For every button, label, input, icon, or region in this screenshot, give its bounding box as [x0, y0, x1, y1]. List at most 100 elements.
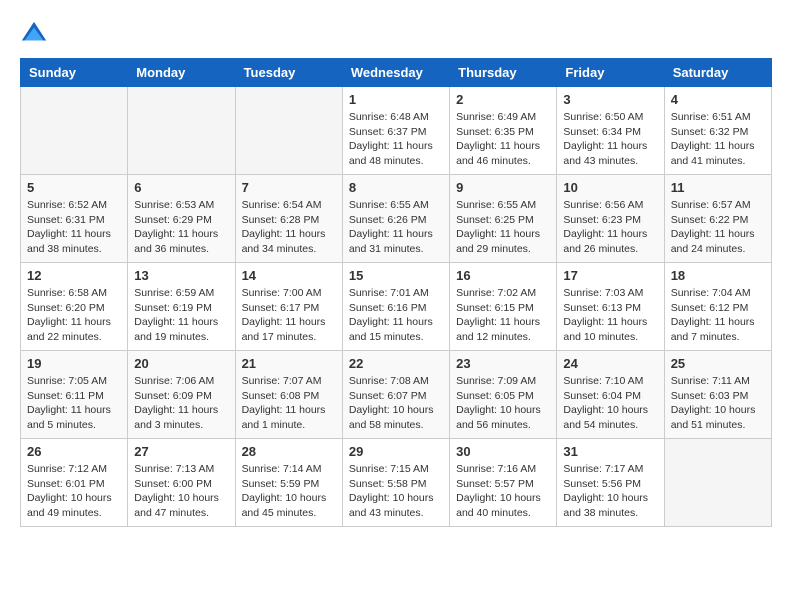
- day-number: 6: [134, 180, 228, 195]
- day-info: Sunrise: 7:05 AM Sunset: 6:11 PM Dayligh…: [27, 374, 121, 433]
- day-info: Sunrise: 6:59 AM Sunset: 6:19 PM Dayligh…: [134, 286, 228, 345]
- day-info: Sunrise: 6:48 AM Sunset: 6:37 PM Dayligh…: [349, 110, 443, 169]
- calendar-cell: [128, 87, 235, 175]
- day-info: Sunrise: 7:08 AM Sunset: 6:07 PM Dayligh…: [349, 374, 443, 433]
- day-info: Sunrise: 7:09 AM Sunset: 6:05 PM Dayligh…: [456, 374, 550, 433]
- calendar-cell: 28Sunrise: 7:14 AM Sunset: 5:59 PM Dayli…: [235, 439, 342, 527]
- column-header-monday: Monday: [128, 59, 235, 87]
- day-number: 17: [563, 268, 657, 283]
- day-number: 1: [349, 92, 443, 107]
- day-info: Sunrise: 7:13 AM Sunset: 6:00 PM Dayligh…: [134, 462, 228, 521]
- day-number: 25: [671, 356, 765, 371]
- calendar-cell: 14 Sunrise: 7:00 AM Sunset: 6:17 PM Dayli…: [235, 263, 342, 351]
- day-number: 12: [27, 268, 121, 283]
- calendar-cell: 19 Sunrise: 7:05 AM Sunset: 6:11 PM Dayli…: [21, 351, 128, 439]
- day-info: Sunrise: 6:50 AM Sunset: 6:34 PM Dayligh…: [563, 110, 657, 169]
- calendar-cell: 16 Sunrise: 7:02 AM Sunset: 6:15 PM Dayli…: [450, 263, 557, 351]
- logo: [20, 20, 52, 48]
- day-info: Sunrise: 7:07 AM Sunset: 6:08 PM Dayligh…: [242, 374, 336, 433]
- calendar-cell: 23 Sunrise: 7:09 AM Sunset: 6:05 PM Dayli…: [450, 351, 557, 439]
- calendar-cell: 12 Sunrise: 6:58 AM Sunset: 6:20 PM Dayli…: [21, 263, 128, 351]
- day-info: Sunrise: 7:11 AM Sunset: 6:03 PM Dayligh…: [671, 374, 765, 433]
- calendar-cell: 17 Sunrise: 7:03 AM Sunset: 6:13 PM Dayli…: [557, 263, 664, 351]
- column-header-friday: Friday: [557, 59, 664, 87]
- day-number: 4: [671, 92, 765, 107]
- day-info: Sunrise: 7:06 AM Sunset: 6:09 PM Dayligh…: [134, 374, 228, 433]
- day-number: 3: [563, 92, 657, 107]
- day-number: 16: [456, 268, 550, 283]
- calendar-week-row: 5Sunrise: 6:52 AM Sunset: 6:31 PM Daylig…: [21, 175, 772, 263]
- day-info: Sunrise: 6:49 AM Sunset: 6:35 PM Dayligh…: [456, 110, 550, 169]
- day-info: Sunrise: 7:17 AM Sunset: 5:56 PM Dayligh…: [563, 462, 657, 521]
- column-header-tuesday: Tuesday: [235, 59, 342, 87]
- calendar-cell: [235, 87, 342, 175]
- day-info: Sunrise: 7:16 AM Sunset: 5:57 PM Dayligh…: [456, 462, 550, 521]
- day-number: 8: [349, 180, 443, 195]
- calendar-cell: 2Sunrise: 6:49 AM Sunset: 6:35 PM Daylig…: [450, 87, 557, 175]
- logo-icon: [20, 20, 48, 48]
- day-number: 19: [27, 356, 121, 371]
- day-info: Sunrise: 6:55 AM Sunset: 6:25 PM Dayligh…: [456, 198, 550, 257]
- day-number: 23: [456, 356, 550, 371]
- calendar-cell: 13Sunrise: 6:59 AM Sunset: 6:19 PM Dayli…: [128, 263, 235, 351]
- day-number: 22: [349, 356, 443, 371]
- calendar-cell: 10Sunrise: 6:56 AM Sunset: 6:23 PM Dayli…: [557, 175, 664, 263]
- day-number: 21: [242, 356, 336, 371]
- column-header-thursday: Thursday: [450, 59, 557, 87]
- calendar-cell: 26 Sunrise: 7:12 AM Sunset: 6:01 PM Dayli…: [21, 439, 128, 527]
- calendar-cell: 4 Sunrise: 6:51 AM Sunset: 6:32 PM Daylig…: [664, 87, 771, 175]
- day-number: 9: [456, 180, 550, 195]
- day-info: Sunrise: 6:56 AM Sunset: 6:23 PM Dayligh…: [563, 198, 657, 257]
- day-number: 7: [242, 180, 336, 195]
- day-info: Sunrise: 6:57 AM Sunset: 6:22 PM Dayligh…: [671, 198, 765, 257]
- page-header: [20, 20, 772, 48]
- calendar-cell: 30Sunrise: 7:16 AM Sunset: 5:57 PM Dayli…: [450, 439, 557, 527]
- day-info: Sunrise: 6:51 AM Sunset: 6:32 PM Dayligh…: [671, 110, 765, 169]
- day-info: Sunrise: 6:55 AM Sunset: 6:26 PM Dayligh…: [349, 198, 443, 257]
- calendar-cell: 7 Sunrise: 6:54 AM Sunset: 6:28 PM Daylig…: [235, 175, 342, 263]
- calendar-cell: 5Sunrise: 6:52 AM Sunset: 6:31 PM Daylig…: [21, 175, 128, 263]
- calendar-week-row: 26 Sunrise: 7:12 AM Sunset: 6:01 PM Dayli…: [21, 439, 772, 527]
- calendar-cell: 15Sunrise: 7:01 AM Sunset: 6:16 PM Dayli…: [342, 263, 449, 351]
- day-info: Sunrise: 7:10 AM Sunset: 6:04 PM Dayligh…: [563, 374, 657, 433]
- calendar-week-row: 19 Sunrise: 7:05 AM Sunset: 6:11 PM Dayli…: [21, 351, 772, 439]
- day-number: 27: [134, 444, 228, 459]
- day-number: 31: [563, 444, 657, 459]
- day-number: 26: [27, 444, 121, 459]
- calendar-cell: 8 Sunrise: 6:55 AM Sunset: 6:26 PM Daylig…: [342, 175, 449, 263]
- calendar-week-row: 12 Sunrise: 6:58 AM Sunset: 6:20 PM Dayli…: [21, 263, 772, 351]
- column-header-saturday: Saturday: [664, 59, 771, 87]
- calendar-cell: 22 Sunrise: 7:08 AM Sunset: 6:07 PM Dayli…: [342, 351, 449, 439]
- day-number: 28: [242, 444, 336, 459]
- calendar-cell: 3 Sunrise: 6:50 AM Sunset: 6:34 PM Daylig…: [557, 87, 664, 175]
- calendar-cell: 11 Sunrise: 6:57 AM Sunset: 6:22 PM Dayli…: [664, 175, 771, 263]
- day-number: 11: [671, 180, 765, 195]
- day-info: Sunrise: 6:58 AM Sunset: 6:20 PM Dayligh…: [27, 286, 121, 345]
- day-number: 14: [242, 268, 336, 283]
- calendar-cell: [664, 439, 771, 527]
- day-info: Sunrise: 7:12 AM Sunset: 6:01 PM Dayligh…: [27, 462, 121, 521]
- calendar-table: SundayMondayTuesdayWednesdayThursdayFrid…: [20, 58, 772, 527]
- column-header-wednesday: Wednesday: [342, 59, 449, 87]
- day-number: 15: [349, 268, 443, 283]
- day-number: 29: [349, 444, 443, 459]
- day-number: 24: [563, 356, 657, 371]
- calendar-cell: 1 Sunrise: 6:48 AM Sunset: 6:37 PM Daylig…: [342, 87, 449, 175]
- calendar-cell: 31 Sunrise: 7:17 AM Sunset: 5:56 PM Dayli…: [557, 439, 664, 527]
- calendar-cell: [21, 87, 128, 175]
- day-info: Sunrise: 6:54 AM Sunset: 6:28 PM Dayligh…: [242, 198, 336, 257]
- day-info: Sunrise: 6:53 AM Sunset: 6:29 PM Dayligh…: [134, 198, 228, 257]
- calendar-cell: 24 Sunrise: 7:10 AM Sunset: 6:04 PM Dayli…: [557, 351, 664, 439]
- calendar-cell: 20Sunrise: 7:06 AM Sunset: 6:09 PM Dayli…: [128, 351, 235, 439]
- day-info: Sunrise: 7:03 AM Sunset: 6:13 PM Dayligh…: [563, 286, 657, 345]
- day-number: 18: [671, 268, 765, 283]
- day-info: Sunrise: 7:00 AM Sunset: 6:17 PM Dayligh…: [242, 286, 336, 345]
- column-header-sunday: Sunday: [21, 59, 128, 87]
- day-info: Sunrise: 7:04 AM Sunset: 6:12 PM Dayligh…: [671, 286, 765, 345]
- calendar-cell: 27 Sunrise: 7:13 AM Sunset: 6:00 PM Dayli…: [128, 439, 235, 527]
- calendar-cell: 25 Sunrise: 7:11 AM Sunset: 6:03 PM Dayli…: [664, 351, 771, 439]
- calendar-header-row: SundayMondayTuesdayWednesdayThursdayFrid…: [21, 59, 772, 87]
- calendar-cell: 21 Sunrise: 7:07 AM Sunset: 6:08 PM Dayli…: [235, 351, 342, 439]
- day-info: Sunrise: 7:02 AM Sunset: 6:15 PM Dayligh…: [456, 286, 550, 345]
- calendar-cell: 18 Sunrise: 7:04 AM Sunset: 6:12 PM Dayli…: [664, 263, 771, 351]
